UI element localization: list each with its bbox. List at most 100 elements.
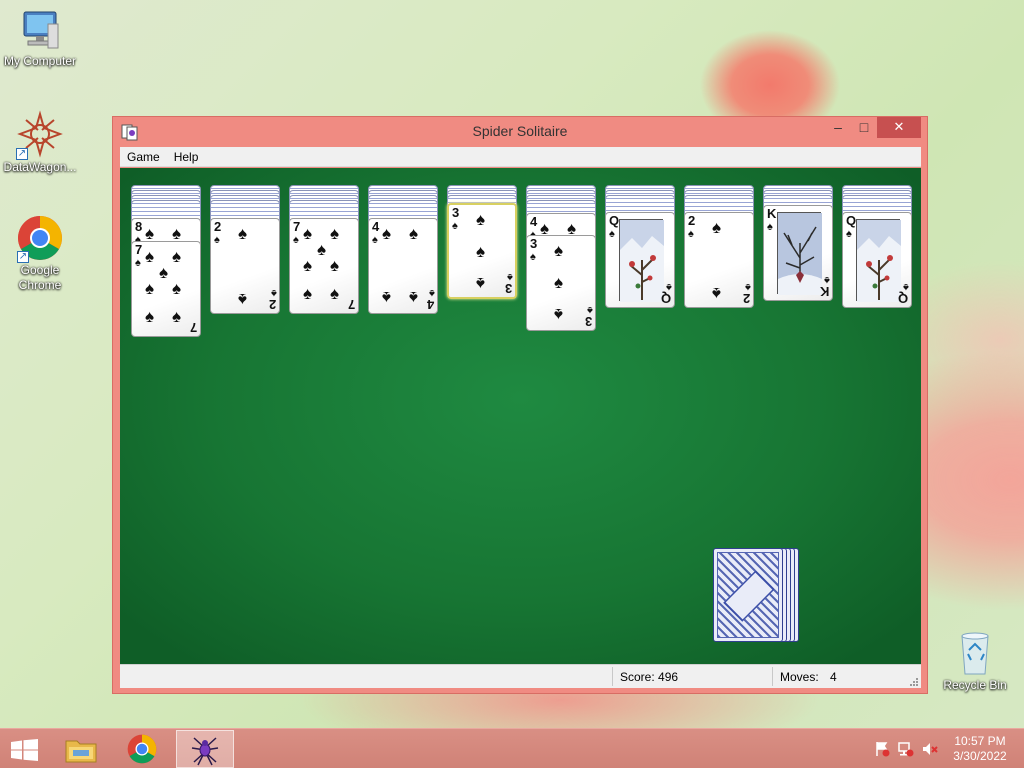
menu-bar: Game Help: [120, 147, 921, 167]
card-2-spades[interactable]: 2 ♠ ♠ ♠ 2 ♠: [684, 212, 754, 308]
card-3-spades[interactable]: 3 ♠ ♠ ♠ ♠ 3 ♠: [526, 235, 596, 331]
spade-icon: ♠: [476, 274, 486, 293]
spade-icon: ♠: [903, 281, 909, 293]
spade-icon: ♠: [303, 284, 313, 303]
card-king-spades[interactable]: K ♠ K ♠: [763, 205, 833, 301]
card-3-spades-selected[interactable]: 3 ♠ ♠ ♠ ♠ 3 ♠: [447, 203, 517, 299]
stock-pile[interactable]: [713, 548, 803, 644]
card-7-spades[interactable]: 7 ♠ ♠ ♠ ♠ ♠ ♠ ♠ ♠ 7: [131, 241, 201, 337]
card-7-spades[interactable]: 7 ♠ ♠ ♠ ♠ ♠ ♠ ♠ ♠ 7: [289, 218, 359, 314]
shortcut-arrow-icon: ↗: [17, 251, 29, 263]
card-rank: Q: [660, 291, 671, 306]
card-rank: 7: [135, 242, 143, 257]
card-queen-spades[interactable]: Q ♠ Q ♠: [605, 212, 675, 308]
spade-icon: ♠: [382, 224, 392, 243]
desktop-icon-label: Recycle Bin: [943, 678, 1007, 692]
spade-icon: ♠: [238, 224, 248, 243]
card-rank: 2: [688, 213, 696, 228]
card-rank: 2: [214, 219, 222, 234]
clock-date: 3/30/2022: [953, 749, 1007, 763]
spade-icon: ♠: [145, 279, 155, 298]
card-4-spades[interactable]: 4 ♠ ♠ ♠ ♠ ♠ 4 ♠: [368, 218, 438, 314]
spade-icon: ♠: [271, 287, 277, 299]
resize-grip-icon[interactable]: [908, 675, 918, 686]
taskbar-spider-solitaire[interactable]: [176, 730, 234, 768]
spade-icon: ♠: [317, 240, 327, 259]
taskbar-clock[interactable]: 10:57 PM 3/30/2022: [948, 734, 1012, 764]
spade-icon: ♠: [712, 218, 722, 237]
close-button[interactable]: ✕: [877, 117, 921, 138]
spade-icon: ♠: [145, 224, 155, 243]
spade-icon: ♠: [554, 273, 564, 292]
spade-icon: ♠: [554, 241, 564, 260]
folder-icon: [65, 736, 97, 768]
card-queen-spades[interactable]: Q ♠ Q ♠: [842, 212, 912, 308]
spade-icon: ♠: [330, 284, 340, 303]
status-separator: [772, 667, 773, 686]
menu-game[interactable]: Game: [120, 147, 167, 167]
recycle-bin-icon: [957, 630, 993, 676]
maximize-button[interactable]: □: [851, 117, 877, 138]
chrome-icon: [127, 734, 157, 768]
card-rank: 3: [452, 205, 460, 220]
computer-icon: [18, 10, 62, 52]
shortcut-arrow-icon: ↗: [16, 148, 28, 160]
menu-help[interactable]: Help: [167, 147, 206, 167]
stock-card-back: [713, 548, 783, 642]
card-rank: 4: [372, 219, 380, 234]
chrome-icon: ↗: [17, 215, 63, 263]
moves-value: 4: [830, 670, 837, 684]
desktop-icon-recycle-bin[interactable]: Recycle Bin: [935, 630, 1015, 693]
spade-icon: ♠: [688, 228, 694, 240]
spade-icon: ♠: [382, 288, 392, 307]
desktop-icon-label: My Computer: [3, 54, 77, 68]
spade-icon: ♠: [554, 305, 564, 324]
window-title: Spider Solitaire: [472, 123, 568, 139]
spade-icon: ♠: [409, 224, 419, 243]
status-bar: Score: 496 Moves: 4: [120, 664, 921, 688]
spade-icon: ♠: [303, 256, 313, 275]
card-2-spades[interactable]: 2 ♠ ♠ ♠ 2 ♠: [210, 218, 280, 314]
card-rank: K: [819, 284, 829, 299]
windows-logo-icon: [11, 739, 39, 766]
moves-label: Moves:: [780, 670, 819, 684]
spade-icon: ♠: [712, 284, 722, 303]
spade-icon: ♠: [372, 234, 378, 246]
desktop-icon-google-chrome[interactable]: ↗ Google Chrome: [0, 215, 80, 293]
queen-artwork-icon: [619, 219, 664, 302]
start-button[interactable]: [0, 730, 58, 768]
queen-artwork-icon: [856, 219, 901, 302]
volume-muted-icon[interactable]: [922, 741, 938, 757]
status-separator: [612, 667, 613, 686]
network-icon[interactable]: [898, 741, 914, 757]
card-rank: 2: [742, 291, 750, 306]
spade-icon: ♠: [303, 224, 313, 243]
card-rank: 3: [504, 281, 512, 296]
score-text: Score: 496: [620, 670, 679, 684]
spade-icon: ♠: [507, 271, 513, 283]
spade-icon: ♠: [172, 307, 182, 326]
spade-icon: ♠: [429, 287, 435, 299]
title-bar[interactable]: Spider Solitaire – □ ✕: [113, 117, 927, 147]
spade-icon: ♠: [824, 274, 830, 286]
desktop-icon-label: DataWagon...: [3, 160, 77, 174]
spade-icon: ♠: [135, 257, 141, 269]
card-rank: 4: [530, 214, 538, 229]
spade-icon: ♠: [145, 247, 155, 266]
spade-icon: ♠: [745, 281, 751, 293]
taskbar-file-explorer[interactable]: [52, 730, 110, 768]
desktop-icon-label: Google Chrome: [18, 263, 62, 292]
spade-icon: ♠: [666, 281, 672, 293]
action-center-flag-icon[interactable]: [874, 741, 890, 757]
game-table: 8 ♠ ♠ ♠ 7 ♠ ♠ ♠ ♠ ♠ ♠ ♠ ♠ 7 2 ♠ ♠ ♠ 2 ♠ …: [120, 168, 921, 664]
minimize-button[interactable]: –: [825, 117, 851, 138]
desktop-icon-my-computer[interactable]: My Computer: [0, 10, 80, 69]
card-rank: Q: [897, 291, 908, 306]
card-rank: 7: [189, 320, 197, 335]
card-rank: 2: [268, 297, 276, 312]
datawagon-icon: ↗: [16, 110, 64, 160]
desktop-icon-datawagon[interactable]: ↗ DataWagon...: [0, 110, 80, 175]
spade-icon: ♠: [145, 307, 155, 326]
taskbar-chrome[interactable]: [114, 730, 172, 768]
card-rank: 3: [584, 314, 592, 329]
